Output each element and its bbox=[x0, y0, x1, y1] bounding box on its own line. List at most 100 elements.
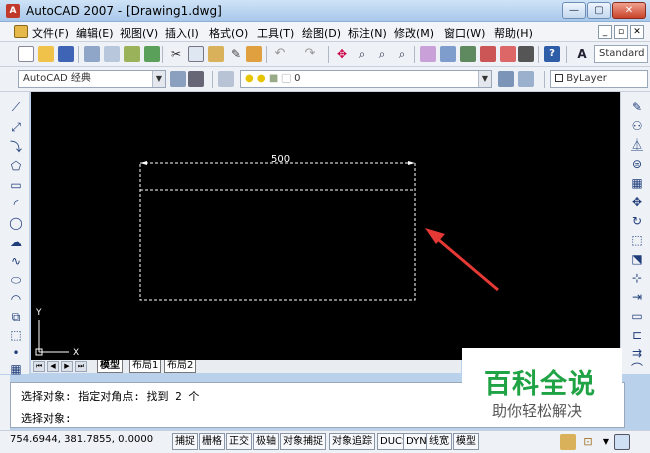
chevron-down-icon[interactable]: ▼ bbox=[478, 71, 491, 87]
doc-close-button[interactable]: ✕ bbox=[630, 25, 644, 39]
command-prompt-line[interactable]: 选择对象: bbox=[21, 410, 72, 426]
offset-icon[interactable]: ⊜ bbox=[630, 157, 644, 171]
insert-block-icon[interactable]: ⧉ bbox=[9, 310, 23, 324]
color-select[interactable]: ByLayer bbox=[550, 70, 648, 88]
undo-icon[interactable]: ↶ bbox=[272, 46, 288, 62]
next-tab-icon[interactable]: ▶ bbox=[61, 361, 73, 372]
selected-rectangle[interactable] bbox=[139, 162, 416, 301]
preview-icon[interactable] bbox=[104, 46, 120, 62]
grid-toggle[interactable]: 栅格 bbox=[199, 433, 225, 450]
design-center-icon[interactable] bbox=[440, 46, 456, 62]
polar-toggle[interactable]: 极轴 bbox=[253, 433, 279, 450]
polygon-icon[interactable]: ⬠ bbox=[9, 159, 23, 173]
trim-icon[interactable]: ⊹ bbox=[630, 271, 644, 285]
workspace-select[interactable]: AutoCAD 经典 ▼ bbox=[18, 70, 166, 88]
arc-icon[interactable]: ◜ bbox=[9, 197, 23, 211]
menu-insert[interactable]: 插入(I) bbox=[165, 25, 199, 41]
save-icon[interactable] bbox=[58, 46, 74, 62]
osnap-toggle[interactable]: 对象捕捉 bbox=[280, 433, 326, 450]
ortho-toggle[interactable]: 正交 bbox=[226, 433, 252, 450]
menu-modify[interactable]: 修改(M) bbox=[394, 25, 434, 41]
workspace-save-icon[interactable] bbox=[188, 71, 204, 87]
autocad-app-icon[interactable]: A bbox=[6, 4, 20, 18]
array-icon[interactable]: ▦ bbox=[630, 176, 644, 190]
pan-icon[interactable]: ✥ bbox=[334, 46, 350, 62]
drawing-area[interactable]: 500 Y X bbox=[31, 92, 620, 360]
rectangle-icon[interactable]: ▭ bbox=[9, 178, 23, 192]
chamfer-icon[interactable]: ⇉ bbox=[630, 346, 644, 360]
menu-tools[interactable]: 工具(T) bbox=[257, 25, 294, 41]
rotate-icon[interactable]: ↻ bbox=[630, 214, 644, 228]
close-button[interactable]: ✕ bbox=[612, 2, 646, 19]
minimize-button[interactable]: — bbox=[562, 2, 586, 19]
tab-layout2[interactable]: 布局2 bbox=[164, 360, 197, 373]
document-icon[interactable] bbox=[14, 25, 28, 38]
menu-edit[interactable]: 编辑(E) bbox=[76, 25, 114, 41]
zoom-realtime-icon[interactable]: ⌕ bbox=[354, 46, 370, 62]
erase-icon[interactable]: ✎ bbox=[630, 100, 644, 114]
doc-minimize-button[interactable]: _ bbox=[598, 25, 612, 39]
ellipse-arc-icon[interactable]: ◠ bbox=[9, 292, 23, 306]
model-toggle[interactable]: 模型 bbox=[453, 433, 479, 450]
ellipse-icon[interactable]: ⬭ bbox=[9, 273, 23, 287]
zoom-window-icon[interactable]: ⌕ bbox=[374, 46, 390, 62]
menu-window[interactable]: 窗口(W) bbox=[444, 25, 485, 41]
fillet-icon[interactable]: ⌒ bbox=[630, 362, 644, 376]
circle-icon[interactable]: ◯ bbox=[9, 216, 23, 230]
prev-tab-icon[interactable]: ◀ bbox=[47, 361, 59, 372]
clean-screen-icon[interactable] bbox=[614, 434, 630, 450]
menu-draw[interactable]: 绘图(D) bbox=[302, 25, 341, 41]
copy-object-icon[interactable]: ⚇ bbox=[630, 119, 644, 133]
coordinate-readout[interactable]: 754.6944, 381.7855, 0.0000 bbox=[10, 434, 153, 445]
zoom-previous-icon[interactable]: ⌕ bbox=[394, 46, 410, 62]
menu-help[interactable]: 帮助(H) bbox=[494, 25, 533, 41]
calculator-icon[interactable] bbox=[518, 46, 534, 62]
first-tab-icon[interactable]: ⏮ bbox=[33, 361, 45, 372]
lightbulb-icon[interactable]: ● bbox=[245, 73, 254, 84]
menu-view[interactable]: 视图(V) bbox=[120, 25, 158, 41]
chevron-down-icon[interactable]: ▼ bbox=[598, 434, 614, 450]
tab-model[interactable]: 模型 bbox=[97, 360, 123, 373]
text-style-icon[interactable]: A bbox=[574, 46, 590, 62]
cut-icon[interactable]: ✂ bbox=[168, 46, 184, 62]
copy-icon[interactable] bbox=[188, 46, 204, 62]
match-properties-icon[interactable]: ✎ bbox=[228, 46, 244, 62]
maximize-button[interactable]: ▢ bbox=[587, 2, 611, 19]
lock-icon[interactable]: ■ bbox=[269, 73, 278, 84]
command-window-grip[interactable] bbox=[0, 375, 10, 430]
scale-icon[interactable]: ⬚ bbox=[630, 233, 644, 247]
layer-select[interactable]: ● ● ■ ■ 0 ▼ bbox=[240, 70, 492, 88]
mirror-icon[interactable]: ⏅ bbox=[630, 138, 644, 152]
lock-icon[interactable]: ⊡ bbox=[580, 434, 596, 450]
point-icon[interactable]: • bbox=[9, 346, 23, 360]
revision-cloud-icon[interactable]: ☁ bbox=[9, 235, 23, 249]
sheet-set-icon[interactable] bbox=[480, 46, 496, 62]
communication-center-icon[interactable] bbox=[560, 434, 576, 450]
join-icon[interactable]: ⊏ bbox=[630, 328, 644, 342]
last-tab-icon[interactable]: ⏭ bbox=[75, 361, 87, 372]
text-style-select[interactable]: Standard bbox=[594, 45, 648, 63]
menu-dimension[interactable]: 标注(N) bbox=[348, 25, 387, 41]
spline-icon[interactable]: ∿ bbox=[9, 254, 23, 268]
publish-icon[interactable] bbox=[124, 46, 140, 62]
extend-icon[interactable]: ⇥ bbox=[630, 290, 644, 304]
otrack-toggle[interactable]: 对象追踪 bbox=[329, 433, 375, 450]
move-icon[interactable]: ✥ bbox=[630, 195, 644, 209]
help-icon[interactable]: ? bbox=[544, 46, 560, 62]
layer-manager-icon[interactable] bbox=[218, 71, 234, 87]
make-layer-current-icon[interactable] bbox=[498, 71, 514, 87]
etransmit-icon[interactable] bbox=[144, 46, 160, 62]
new-icon[interactable] bbox=[18, 46, 34, 62]
line-icon[interactable]: ⟋ bbox=[9, 100, 23, 114]
block-editor-icon[interactable] bbox=[246, 46, 262, 62]
layer-previous-icon[interactable] bbox=[518, 71, 534, 87]
plot-icon[interactable] bbox=[84, 46, 100, 62]
tool-palettes-icon[interactable] bbox=[460, 46, 476, 62]
lineweight-toggle[interactable]: 线宽 bbox=[426, 433, 452, 450]
sun-icon[interactable]: ● bbox=[257, 73, 266, 84]
construction-line-icon[interactable]: ⤢ bbox=[9, 120, 23, 134]
menu-file[interactable]: 文件(F) bbox=[32, 25, 69, 41]
polyline-icon[interactable]: ⤵ bbox=[9, 140, 23, 154]
tab-layout1[interactable]: 布局1 bbox=[129, 360, 162, 373]
stretch-icon[interactable]: ⬔ bbox=[630, 252, 644, 266]
